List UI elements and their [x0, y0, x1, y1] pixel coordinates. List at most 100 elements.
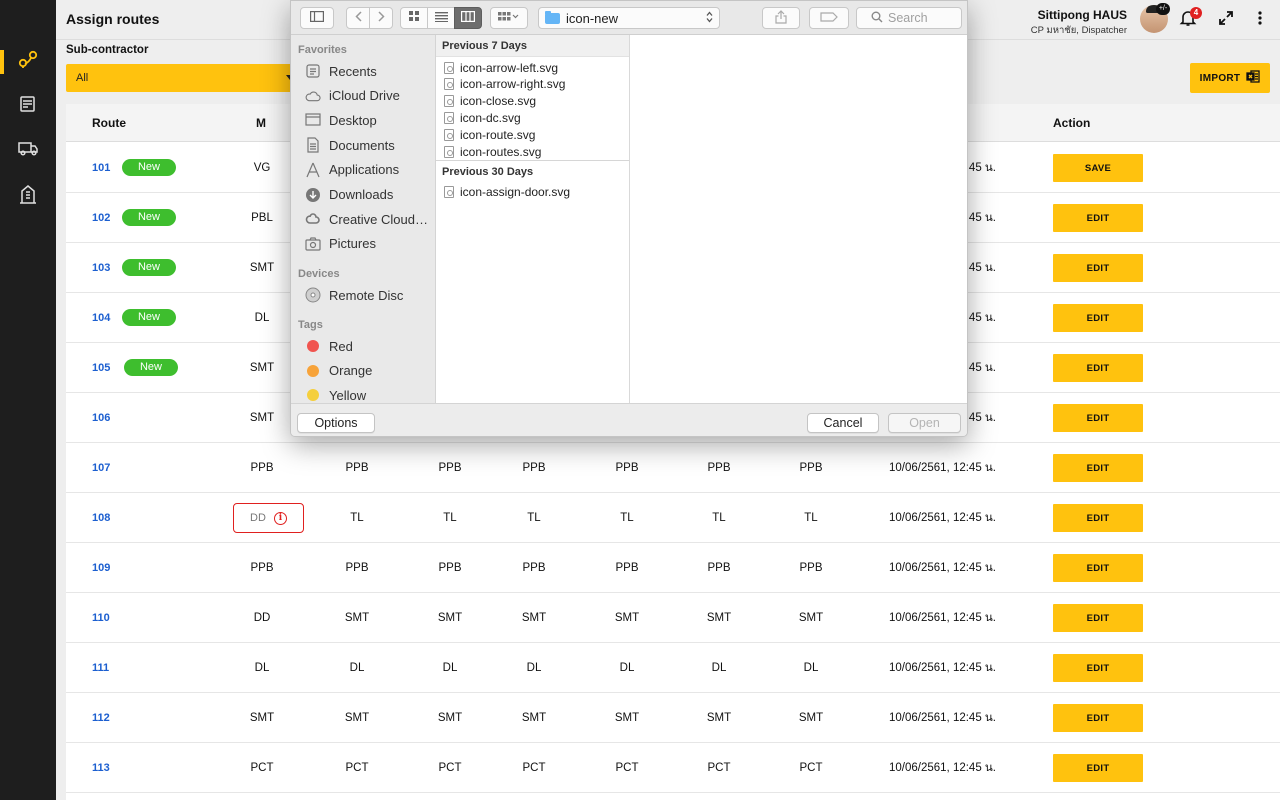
sidebar-item-pictures[interactable]: Pictures [305, 234, 376, 254]
svg-file-icon [444, 61, 454, 74]
day-cell: SMT [798, 612, 824, 624]
dialog-footer: Options Cancel Open [291, 403, 967, 436]
edit-button[interactable]: EDIT [1053, 354, 1143, 382]
route-number[interactable]: 113 [92, 762, 110, 774]
search-input[interactable]: Search [856, 7, 962, 29]
file-item[interactable]: icon-route.svg [444, 126, 535, 143]
svg-file-icon [444, 185, 454, 198]
tag-icon [820, 11, 838, 25]
sidebar-item-documents[interactable]: Documents [305, 135, 395, 155]
tag-label: Orange [329, 363, 373, 379]
share-button[interactable] [762, 7, 800, 29]
edit-button[interactable]: EDIT [1053, 504, 1143, 532]
edit-button[interactable]: EDIT [1053, 454, 1143, 482]
day-cell: DL [349, 662, 365, 674]
favorites-heading: Favorites [298, 44, 347, 56]
route-link[interactable]: 105 [92, 343, 110, 393]
th-route: Route [92, 116, 126, 130]
options-button[interactable]: Options [297, 413, 375, 433]
back-button[interactable] [346, 7, 370, 29]
recents-icon [305, 63, 321, 79]
nav-assign[interactable] [0, 86, 56, 126]
file-item[interactable]: icon-close.svg [444, 93, 536, 110]
cancel-button[interactable]: Cancel [807, 413, 879, 433]
route-link[interactable]: 112 [92, 693, 110, 743]
route-number[interactable]: 103 [92, 262, 110, 274]
edit-button[interactable]: EDIT [1053, 754, 1143, 782]
edit-button[interactable]: EDIT [1053, 604, 1143, 632]
nav-routes[interactable] [0, 42, 56, 82]
edit-button[interactable]: EDIT [1053, 254, 1143, 282]
nav-trucks[interactable] [0, 130, 56, 170]
route-number[interactable]: 112 [92, 712, 110, 724]
file-item[interactable]: icon-arrow-right.svg [444, 76, 565, 93]
edit-button[interactable]: EDIT [1053, 204, 1143, 232]
edit-button[interactable]: EDIT [1053, 654, 1143, 682]
route-link[interactable]: 106 [92, 393, 110, 443]
tag-item-orange[interactable]: Orange [305, 361, 372, 381]
column-view-button[interactable] [454, 7, 482, 29]
sidebar-item-recents[interactable]: Recents [305, 61, 377, 81]
day-cell: PCT [522, 762, 546, 774]
route-number[interactable]: 110 [92, 612, 110, 624]
tag-item-red[interactable]: Red [305, 336, 353, 356]
route-link[interactable]: 107 [92, 443, 110, 493]
route-link[interactable]: 101 [92, 143, 110, 193]
fullscreen-button[interactable] [1216, 10, 1236, 30]
route-link[interactable]: 109 [92, 543, 110, 593]
user-name: Sittipong HAUS [1037, 8, 1127, 22]
route-link[interactable]: 102 [92, 193, 110, 243]
route-number[interactable]: 109 [92, 562, 110, 574]
forward-button[interactable] [369, 7, 393, 29]
subcontractor-select[interactable]: All [66, 64, 302, 92]
edit-button[interactable]: EDIT [1053, 554, 1143, 582]
route-link[interactable]: 108 [92, 493, 110, 543]
file-item[interactable]: icon-dc.svg [444, 109, 521, 126]
sidebar-item-icloud-drive[interactable]: iCloud Drive [305, 86, 400, 106]
sidebar-item-remote-disc[interactable]: Remote Disc [305, 285, 403, 305]
edit-button[interactable]: EDIT [1053, 304, 1143, 332]
route-link[interactable]: 110 [92, 593, 110, 643]
group-by-button[interactable] [490, 7, 528, 29]
tags-button[interactable] [809, 7, 849, 29]
save-button[interactable]: SAVE [1053, 154, 1143, 182]
open-button[interactable]: Open [888, 413, 961, 433]
file-name: icon-arrow-left.svg [460, 60, 559, 75]
route-number[interactable]: 104 [92, 312, 110, 324]
sidebar-item-creative-cloud[interactable]: Creative Cloud… [305, 209, 428, 229]
sidebar-toggle-button[interactable] [300, 7, 334, 29]
updated-time: 10/06/2561, 12:45 น. [889, 712, 996, 724]
route-link[interactable]: 104 [92, 293, 110, 343]
sidebar-item-desktop[interactable]: Desktop [305, 110, 377, 130]
file-item[interactable]: icon-routes.svg [444, 143, 541, 160]
devices-heading: Devices [298, 268, 340, 280]
route-number[interactable]: 105 [92, 362, 110, 374]
edit-button[interactable]: EDIT [1053, 704, 1143, 732]
day-cell: PPB [345, 562, 369, 574]
file-item[interactable]: icon-arrow-left.svg [444, 59, 558, 76]
route-link[interactable]: 103 [92, 243, 110, 293]
folder-icon [545, 10, 560, 24]
updated-time: 10/06/2561, 12:45 น. [889, 512, 996, 524]
list-view-button[interactable] [427, 7, 455, 29]
icon-view-button[interactable] [400, 7, 428, 29]
day-cell: DL [442, 662, 458, 674]
file-item[interactable]: icon-assign-door.svg [444, 183, 570, 200]
route-number[interactable]: 106 [92, 412, 110, 424]
route-link[interactable]: 113 [92, 743, 110, 793]
import-button[interactable]: IMPORT [1190, 63, 1270, 93]
route-number[interactable]: 111 [92, 662, 109, 674]
more-menu-button[interactable] [1250, 10, 1270, 30]
sidebar-item-downloads[interactable]: Downloads [305, 185, 393, 205]
m-cell: DL [254, 312, 270, 324]
route-number[interactable]: 102 [92, 212, 110, 224]
sidebar-item-applications[interactable]: Applications [305, 160, 399, 180]
route-link[interactable]: 111 [92, 643, 109, 693]
route-number[interactable]: 107 [92, 462, 110, 474]
edit-button[interactable]: EDIT [1053, 404, 1143, 432]
nav-warehouse[interactable] [0, 176, 56, 216]
route-number[interactable]: 101 [92, 162, 110, 174]
path-popup[interactable]: icon-new [538, 7, 720, 29]
error-cell[interactable]: DD i [233, 503, 304, 533]
route-number[interactable]: 108 [92, 512, 110, 524]
